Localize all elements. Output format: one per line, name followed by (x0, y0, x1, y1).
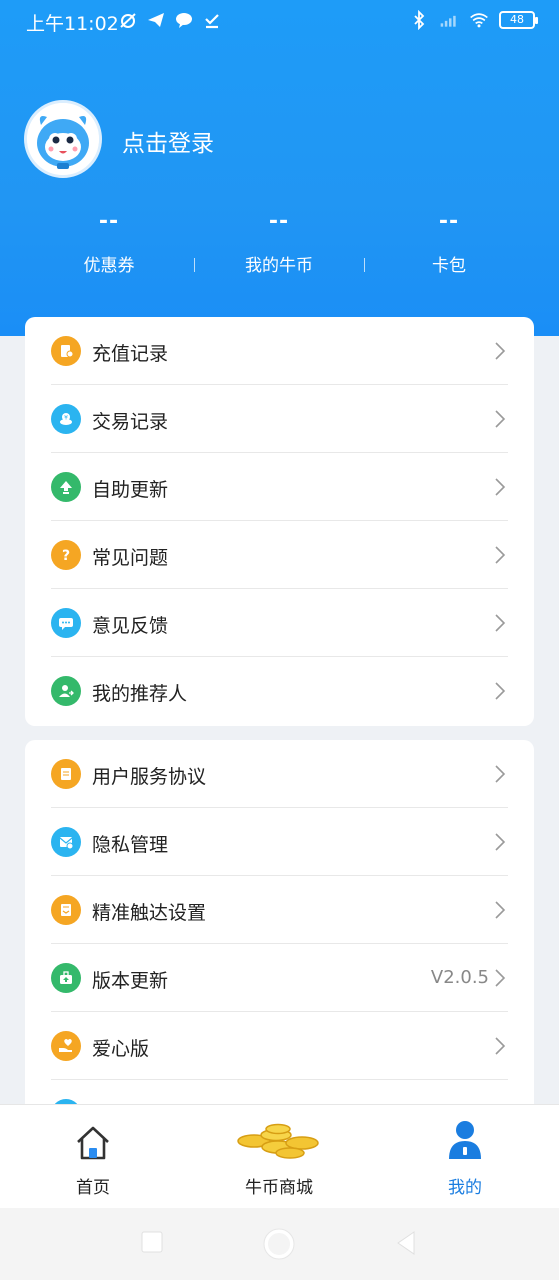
tab-home[interactable]: 首页 (0, 1105, 186, 1209)
privacy-icon (51, 827, 81, 857)
menu-item-referrer[interactable]: 我的推荐人 (25, 657, 534, 725)
telegram-icon (148, 13, 164, 27)
referrer-icon (51, 676, 81, 706)
version-number: V2.0.5 (430, 967, 489, 988)
tab-mine[interactable]: 我的 (372, 1105, 558, 1209)
menu-card-settings: 用户服务协议 隐私管理 精准触达设置 版本更新 V2.0.5 爱心版 (25, 740, 534, 1120)
alarm-off-icon (120, 13, 136, 28)
back-icon[interactable] (394, 1230, 418, 1256)
wifi-icon (470, 13, 488, 28)
card-wallet-stat[interactable]: -- 卡包 (359, 205, 539, 276)
system-navigation-bar (0, 1208, 559, 1280)
menu-item-reach-settings[interactable]: 精准触达设置 (25, 876, 534, 944)
menu-item-privacy[interactable]: 隐私管理 (25, 808, 534, 876)
care-version-icon (51, 1031, 81, 1061)
chevron-right-icon (495, 478, 506, 496)
chevron-right-icon (495, 342, 506, 360)
home-nav-icon[interactable] (263, 1228, 295, 1260)
version-update-icon (51, 963, 81, 993)
feedback-icon (51, 608, 81, 638)
menu-item-recharge-record[interactable]: 充值记录 (25, 317, 534, 385)
chevron-right-icon (495, 682, 506, 700)
menu-item-user-agreement[interactable]: 用户服务协议 (25, 740, 534, 808)
download-done-icon (205, 14, 219, 29)
status-bar: 上午11:02 48 (0, 0, 559, 42)
menu-item-faq[interactable]: ? 常见问题 (25, 521, 534, 589)
menu-item-version-update[interactable]: 版本更新 V2.0.5 (25, 944, 534, 1012)
menu-item-self-update[interactable]: 自助更新 (25, 453, 534, 521)
menu-item-care-version[interactable]: 爱心版 (25, 1012, 534, 1080)
coupon-stat[interactable]: -- 优惠券 (19, 205, 199, 276)
mascot-avatar-icon (27, 103, 99, 175)
card-wallet-label: 卡包 (432, 256, 466, 276)
chevron-right-icon (495, 614, 506, 632)
status-time: 上午11:02 (26, 13, 119, 35)
bluetooth-icon (414, 10, 425, 30)
transaction-record-icon: ¥ (51, 404, 81, 434)
menu-item-transaction-record[interactable]: ¥ 交易记录 (25, 385, 534, 453)
menu-item-feedback[interactable]: 意见反馈 (25, 589, 534, 657)
question-icon: ? (51, 540, 81, 570)
chevron-right-icon (495, 410, 506, 428)
card-wallet-count: -- (438, 209, 460, 234)
coins-icon (237, 1123, 319, 1159)
chevron-right-icon (495, 546, 506, 564)
chevron-right-icon (495, 833, 506, 851)
recharge-record-icon (51, 336, 81, 366)
home-icon (77, 1126, 109, 1160)
chevron-right-icon (495, 901, 506, 919)
svg-text:?: ? (62, 548, 70, 563)
chevron-right-icon (495, 765, 506, 783)
self-update-icon (51, 472, 81, 502)
agreement-icon (51, 759, 81, 789)
battery-indicator: 48 (499, 11, 538, 29)
reach-settings-icon (51, 895, 81, 925)
chevron-right-icon (495, 969, 506, 987)
niubi-count: -- (268, 209, 290, 234)
coupon-count: -- (98, 209, 120, 234)
login-prompt[interactable]: 点击登录 (122, 124, 214, 158)
svg-text:¥: ¥ (64, 415, 68, 422)
tab-coin-mall[interactable]: 牛币商城 (186, 1105, 372, 1209)
chevron-right-icon (495, 1037, 506, 1055)
bottom-tab-bar: 首页 牛币商城 我的 (0, 1104, 559, 1208)
signal-icon (440, 15, 456, 27)
chat-bubble-icon (176, 13, 192, 28)
menu-card-records: 充值记录 ¥ 交易记录 自助更新 ? 常见问题 意见反馈 我的推荐人 (25, 317, 534, 726)
avatar[interactable] (24, 100, 102, 178)
coupon-label: 优惠券 (83, 256, 135, 276)
niubi-label: 我的牛币 (245, 256, 313, 276)
user-icon (449, 1121, 481, 1159)
niubi-stat[interactable]: -- 我的牛币 (189, 205, 369, 276)
recent-apps-icon[interactable] (140, 1230, 164, 1254)
